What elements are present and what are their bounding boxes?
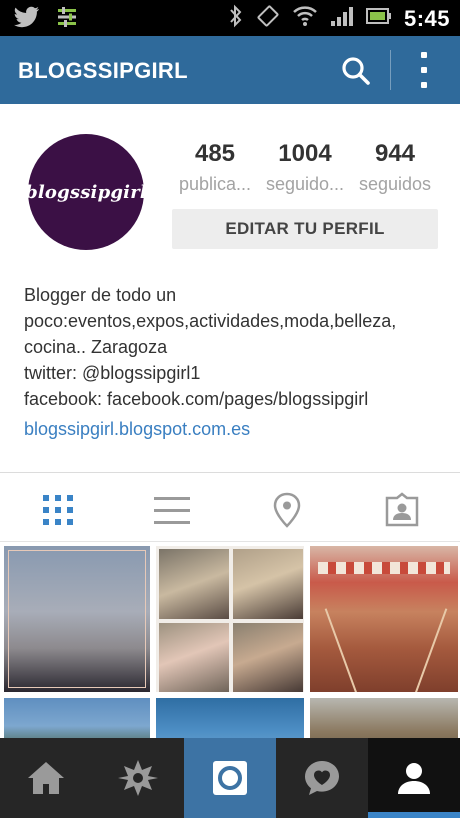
stat-label: seguidos xyxy=(358,174,432,194)
profile-header: blogssipgirl 485 publica... 1004 seguido… xyxy=(0,104,460,474)
twitter-icon xyxy=(14,6,40,33)
bio-line: twitter: @blogssipgirl1 xyxy=(24,363,201,383)
profile-view-tabs xyxy=(0,474,460,542)
stat-label: publica... xyxy=(178,174,252,194)
photo-thumbnail[interactable] xyxy=(2,696,152,742)
selected-tab-indicator xyxy=(368,812,460,818)
website-link[interactable]: blogssipgirl.blogspot.com.es xyxy=(24,416,444,442)
avatar-logo-text: blogssipgirl xyxy=(25,181,147,203)
following-count[interactable]: 944 seguidos xyxy=(352,140,438,195)
signal-icon xyxy=(330,5,354,32)
photo-thumbnail[interactable] xyxy=(308,696,460,742)
edit-profile-button[interactable]: EDITAR TU PERFIL xyxy=(172,209,438,249)
stat-label: seguido... xyxy=(265,174,345,194)
profile-username-title: BLOGSSIPGIRL xyxy=(18,58,188,83)
search-icon[interactable] xyxy=(340,55,372,87)
settings-sliders-icon xyxy=(56,6,78,33)
vibrate-icon xyxy=(256,4,280,33)
bio-line: poco:eventos,expos,actividades,moda,bell… xyxy=(24,311,397,331)
photo-thumbnail[interactable] xyxy=(154,696,306,742)
wifi-icon xyxy=(292,5,318,32)
list-icon[interactable] xyxy=(152,490,192,530)
followers-count[interactable]: 1004 seguido... xyxy=(262,140,348,195)
explore-star-icon[interactable] xyxy=(92,738,184,818)
bio-line: facebook: facebook.com/pages/blogssipgir… xyxy=(24,389,369,409)
avatar[interactable]: blogssipgirl xyxy=(25,134,147,250)
instagram-profile-screen: 5:45 BLOGSSIPGIRL blogssipgirl 485 publi… xyxy=(0,0,460,818)
heart-bubble-icon[interactable] xyxy=(276,738,368,818)
app-bar-divider xyxy=(390,50,391,90)
section-divider xyxy=(0,472,460,473)
app-bar: BLOGSSIPGIRL xyxy=(0,36,460,104)
profile-stats: 485 publica... 1004 seguido... 944 segui… xyxy=(172,140,438,195)
profile-bio: Blogger de todo un poco:eventos,expos,ac… xyxy=(24,282,444,442)
bluetooth-icon xyxy=(228,4,244,33)
photo-thumbnail[interactable] xyxy=(154,544,306,694)
home-icon[interactable] xyxy=(0,738,92,818)
battery-icon xyxy=(365,7,392,30)
more-vertical-icon[interactable] xyxy=(412,52,436,88)
stat-value: 1004 xyxy=(278,140,332,167)
person-icon[interactable] xyxy=(368,738,460,818)
person-tag-icon[interactable] xyxy=(382,490,422,530)
posts-count[interactable]: 485 publica... xyxy=(172,140,258,195)
grid-icon[interactable] xyxy=(38,490,78,530)
stat-value: 944 xyxy=(374,140,416,167)
camera-icon[interactable] xyxy=(184,738,276,818)
photo-thumbnail[interactable] xyxy=(2,544,152,694)
bio-line: Blogger de todo un xyxy=(24,285,177,305)
bio-line: cocina.. Zaragoza xyxy=(24,337,168,357)
stat-value: 485 xyxy=(194,140,236,167)
location-pin-icon[interactable] xyxy=(267,490,307,530)
status-bar: 5:45 xyxy=(0,0,460,36)
bottom-navigation xyxy=(0,738,460,818)
photo-thumbnail[interactable] xyxy=(308,544,460,694)
photo-grid xyxy=(0,542,460,742)
clock-time: 5:45 xyxy=(403,5,450,31)
